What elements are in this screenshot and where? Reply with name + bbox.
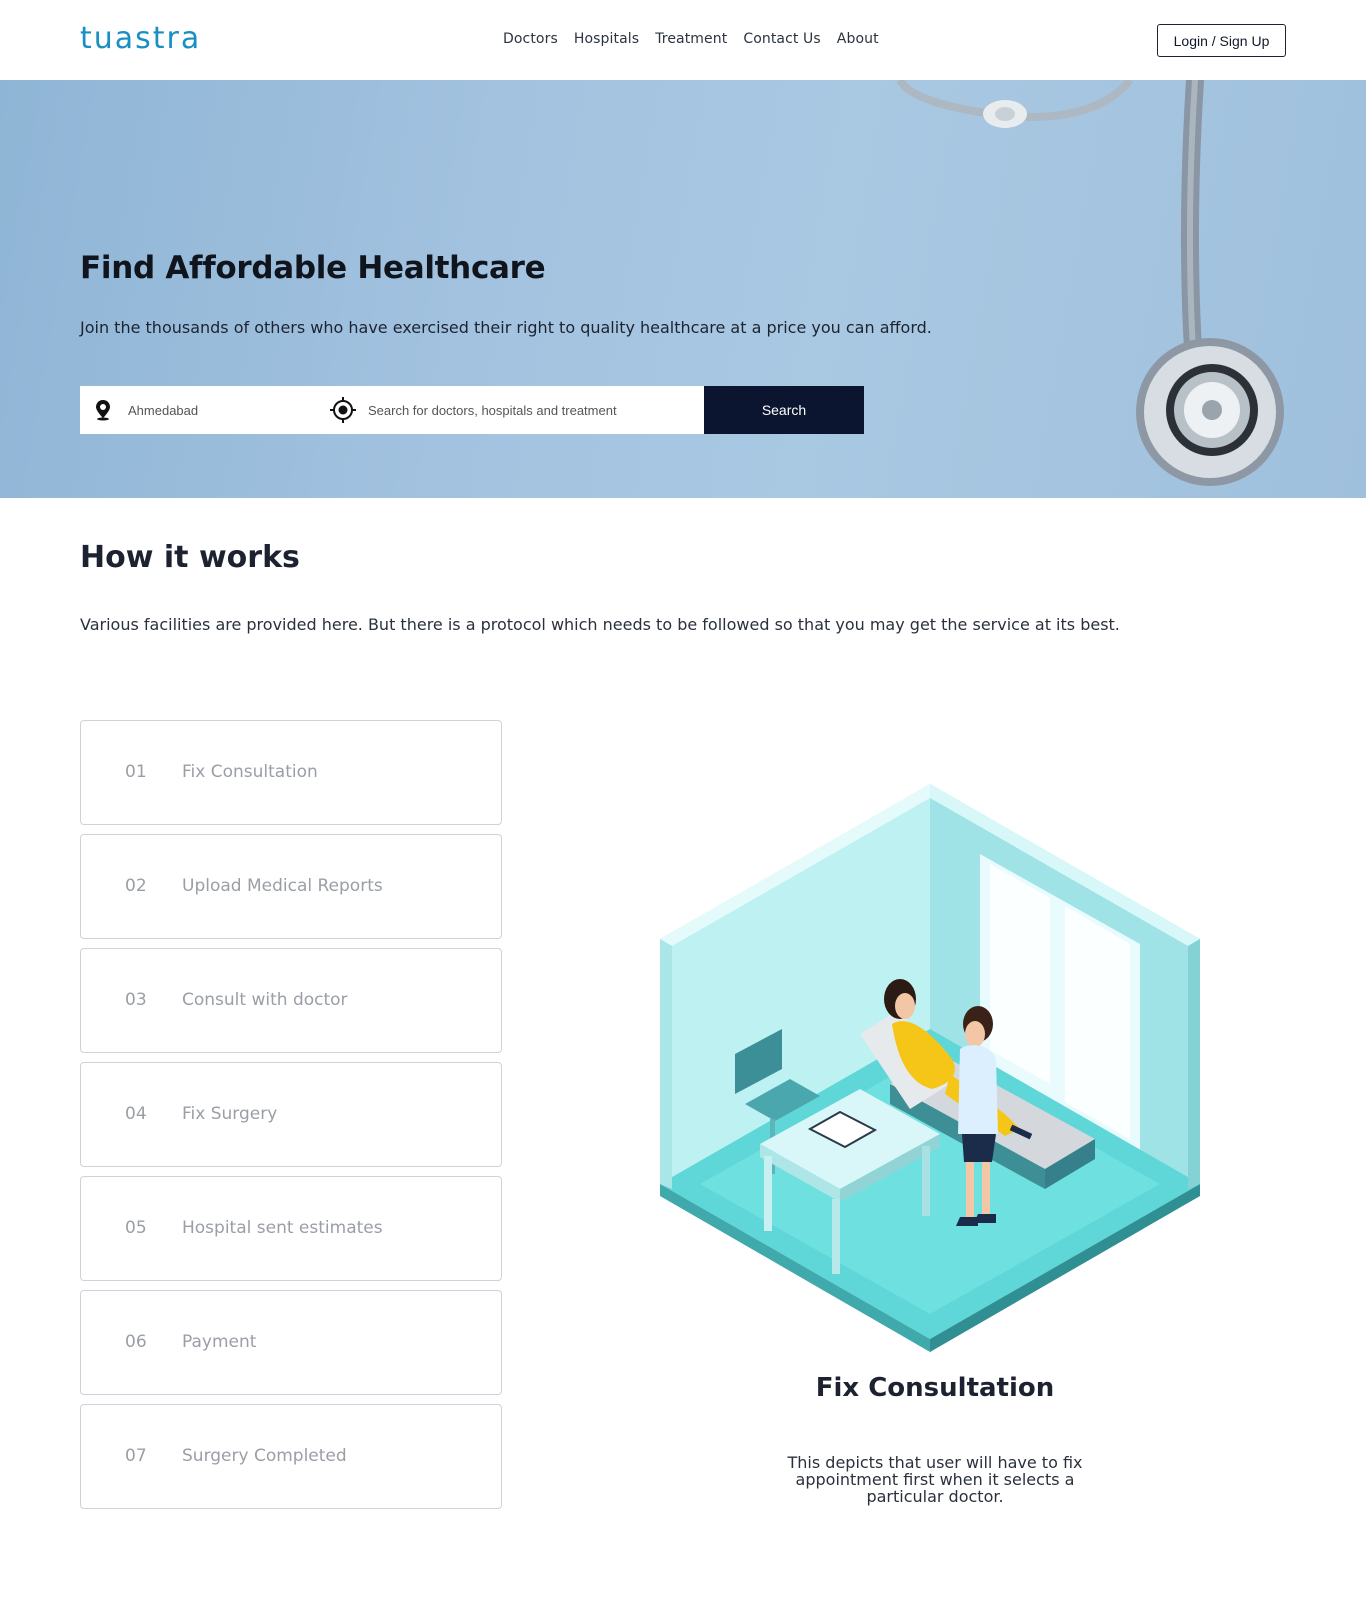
- step-label: Upload Medical Reports: [182, 876, 383, 896]
- step-number: 05: [125, 1218, 147, 1238]
- nav-contact-us[interactable]: Contact Us: [743, 31, 820, 47]
- step-label: Surgery Completed: [182, 1446, 347, 1466]
- hero-title: Find Affordable Healthcare: [80, 250, 546, 286]
- location-pin-icon: [96, 400, 110, 421]
- step-number: 03: [125, 990, 147, 1010]
- step-item[interactable]: 01 Fix Consultation: [80, 720, 502, 825]
- step-label: Hospital sent estimates: [182, 1218, 383, 1238]
- nav-hospitals[interactable]: Hospitals: [574, 31, 639, 47]
- locate-me-icon[interactable]: [330, 397, 356, 423]
- nav-treatment[interactable]: Treatment: [655, 31, 727, 47]
- logo-text: tuastra: [80, 21, 201, 56]
- step-item[interactable]: 03 Consult with doctor: [80, 948, 502, 1053]
- step-detail-description: This depicts that user will have to fix …: [787, 1453, 1083, 1506]
- step-item[interactable]: 04 Fix Surgery: [80, 1062, 502, 1167]
- search-bar: Search: [80, 386, 864, 434]
- step-detail-title: Fix Consultation: [815, 1373, 1055, 1403]
- step-number: 02: [125, 876, 147, 896]
- how-it-works-title: How it works: [80, 540, 300, 575]
- search-input[interactable]: [368, 386, 698, 434]
- tuastra-logo[interactable]: tuastra: [80, 18, 220, 58]
- location-input[interactable]: [128, 386, 318, 434]
- main-nav: Doctors Hospitals Treatment Contact Us A…: [503, 31, 895, 47]
- consultation-room-illustration: [660, 784, 1200, 1352]
- step-number: 07: [125, 1446, 147, 1466]
- step-label: Consult with doctor: [182, 990, 348, 1010]
- login-signup-button[interactable]: Login / Sign Up: [1157, 24, 1286, 57]
- stethoscope-image: [896, 80, 1284, 486]
- step-item[interactable]: 07 Surgery Completed: [80, 1404, 502, 1509]
- how-it-works-description: Various facilities are provided here. Bu…: [80, 615, 1120, 634]
- step-item[interactable]: 02 Upload Medical Reports: [80, 834, 502, 939]
- step-label: Fix Surgery: [182, 1104, 278, 1124]
- step-item[interactable]: 05 Hospital sent estimates: [80, 1176, 502, 1281]
- step-number: 04: [125, 1104, 147, 1124]
- step-label: Payment: [182, 1332, 257, 1352]
- steps-list: 01 Fix Consultation 02 Upload Medical Re…: [80, 720, 502, 1518]
- hero-banner: Find Affordable Healthcare Join the thou…: [0, 80, 1366, 498]
- step-number: 06: [125, 1332, 147, 1352]
- hero-subtitle: Join the thousands of others who have ex…: [80, 318, 932, 337]
- step-number: 01: [125, 762, 147, 782]
- step-item[interactable]: 06 Payment: [80, 1290, 502, 1395]
- search-button[interactable]: Search: [704, 386, 864, 434]
- step-label: Fix Consultation: [182, 762, 318, 782]
- nav-doctors[interactable]: Doctors: [503, 31, 558, 47]
- site-header: tuastra Doctors Hospitals Treatment Cont…: [0, 0, 1366, 80]
- nav-about[interactable]: About: [837, 31, 879, 47]
